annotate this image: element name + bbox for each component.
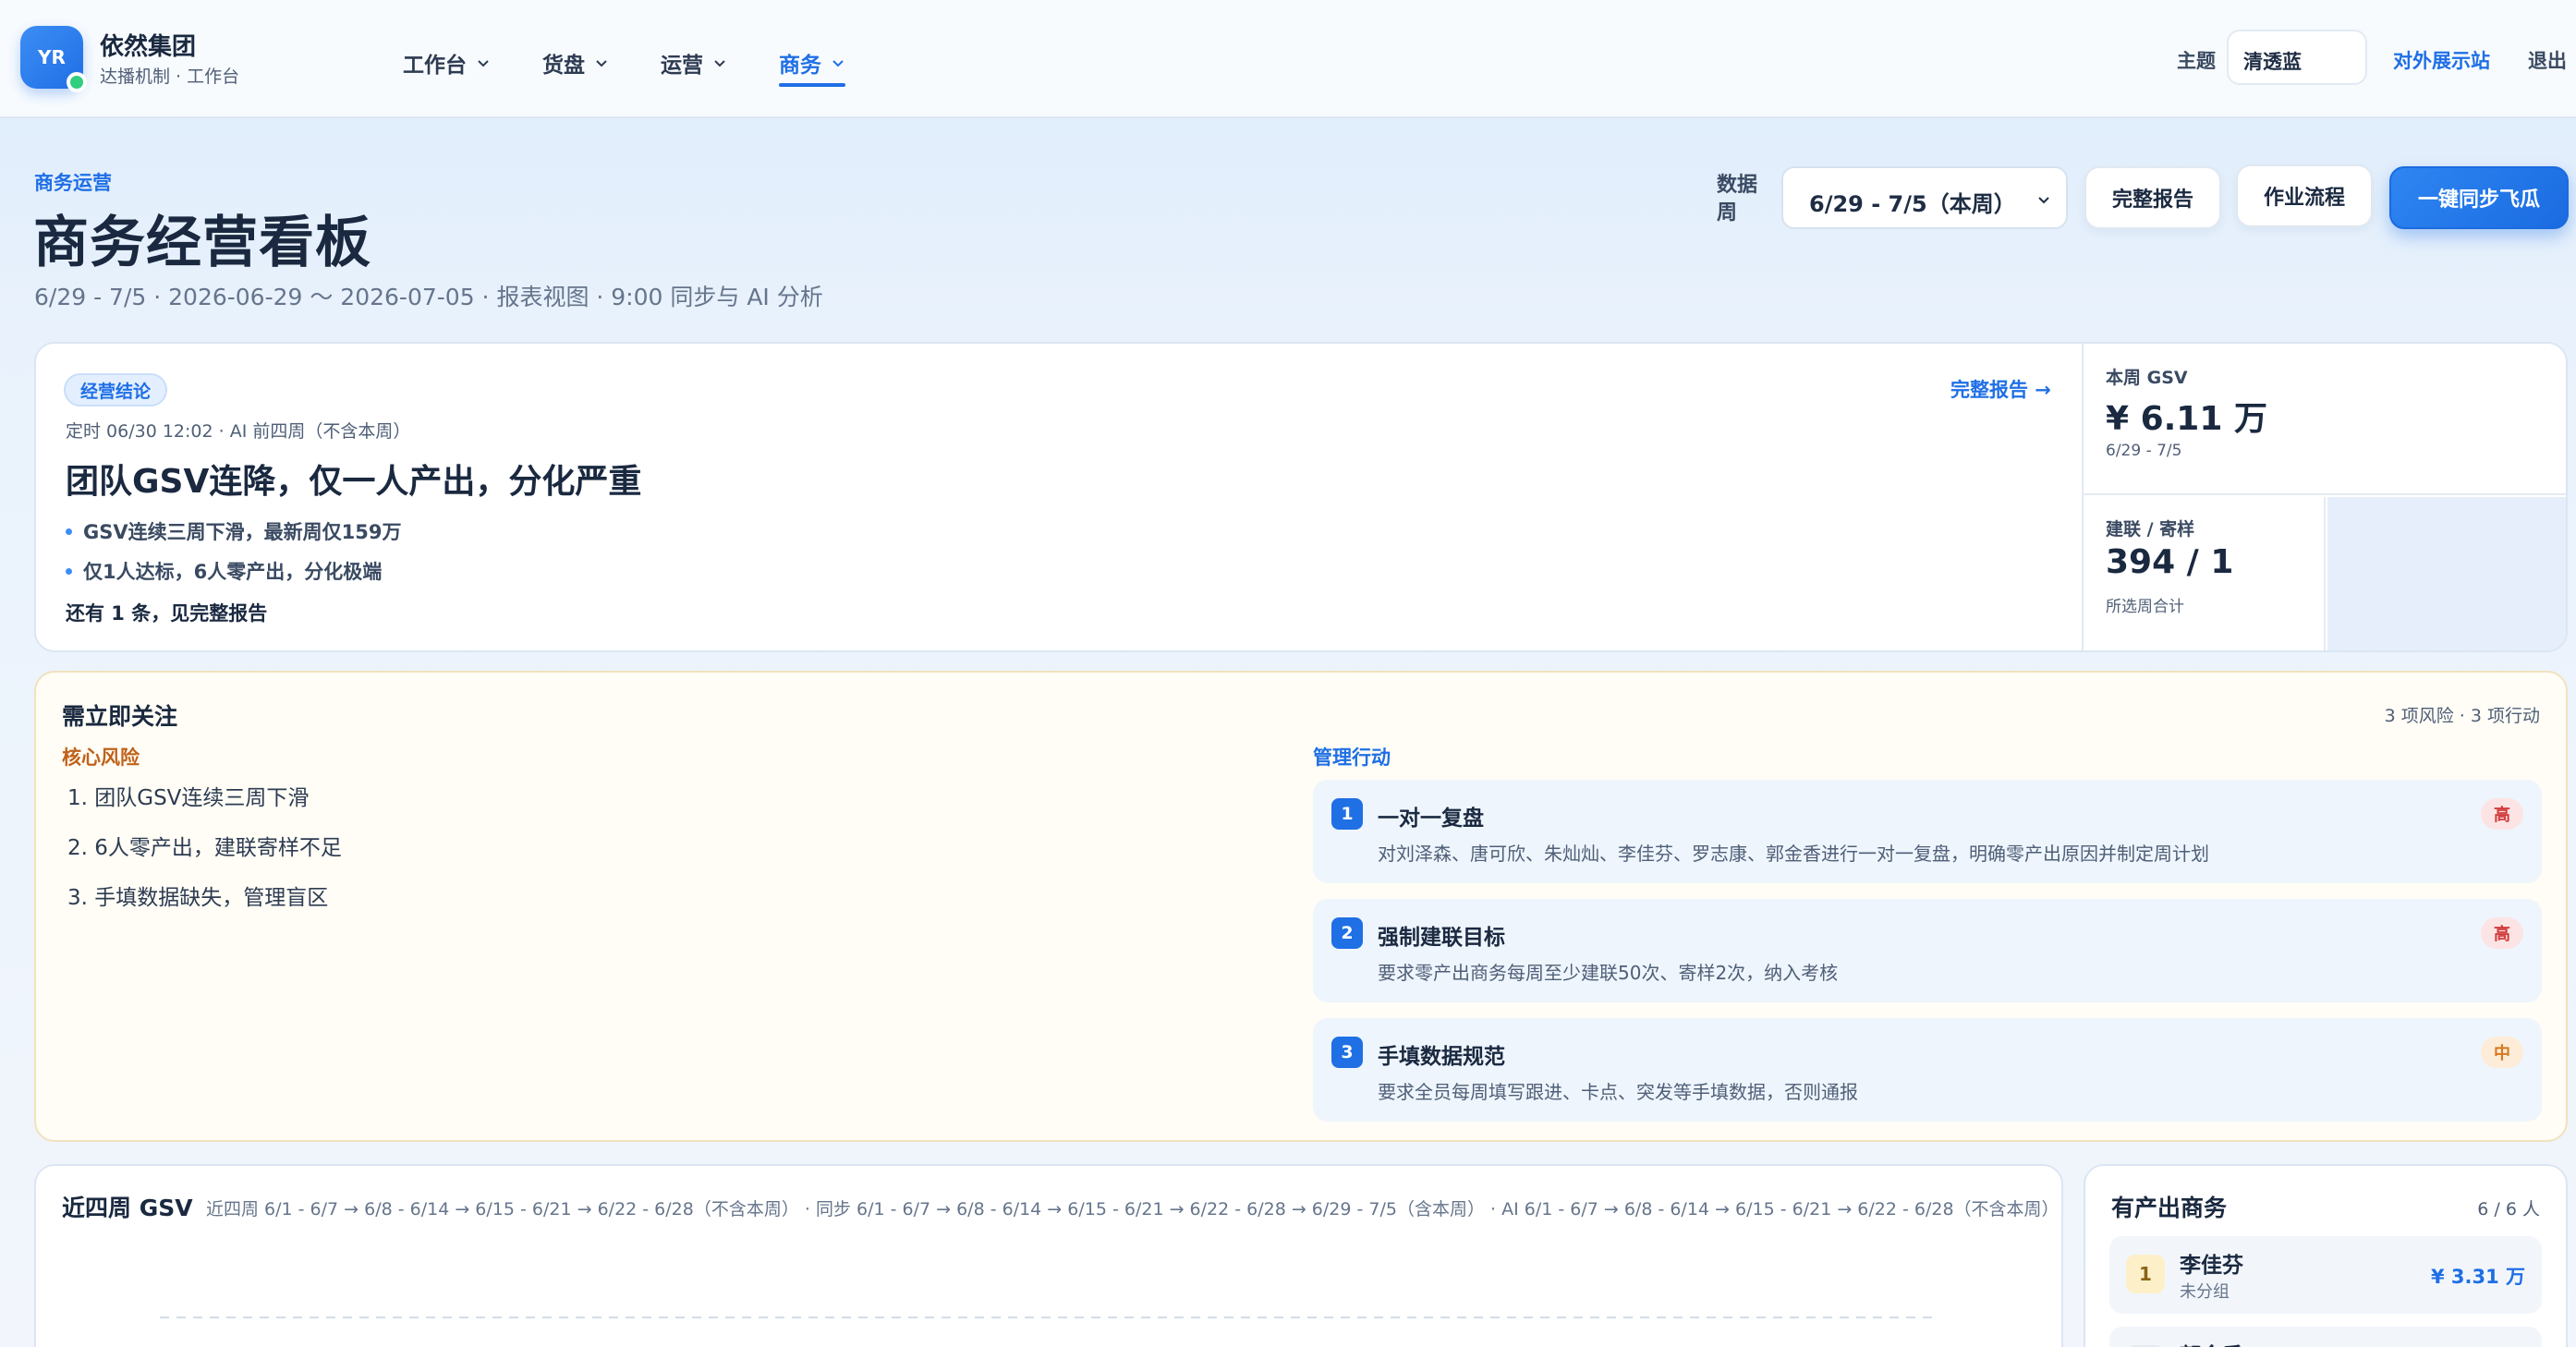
action-column-title: 管理行动: [1313, 746, 1391, 769]
risk-item: 2. 6人零产出，建联寄样不足: [67, 836, 342, 860]
attention-count: 3 项风险 · 3 项行动: [2384, 706, 2540, 726]
action-description: 要求全员每周填写跟进、卡点、突发等手填数据，否则通报: [1378, 1081, 1858, 1103]
gsv-chart: [160, 1317, 1936, 1318]
stat-sub: 所选周合计: [2106, 598, 2184, 616]
brand-name: 依然集团: [100, 33, 197, 61]
nav-label: 货盘: [542, 54, 585, 78]
rank-badge: 1: [2126, 1255, 2165, 1293]
conclusion-meta: 定时 06/30 12:02 · AI 前四周（不含本周）: [66, 421, 411, 442]
online-status-dot: [67, 72, 87, 92]
conclusion-tag: 经营结论: [64, 373, 168, 407]
stat-weekly-gsv: 本周 GSV ¥ 6.11 万 6/29 - 7/5: [2084, 344, 2566, 495]
producers-title: 有产出商务: [2111, 1195, 2228, 1221]
nav-label: 运营: [661, 54, 703, 78]
main-nav: 工作台 货盘 运营 商务: [403, 41, 845, 87]
page-eyebrow: 商务运营: [34, 172, 112, 194]
chevron-down-icon: [832, 60, 844, 67]
app-root: YR 依然集团 达播机制 · 工作台 工作台 货盘 运营 商务 主题 清透蓝 对…: [0, 0, 2576, 1347]
risk-item: 1. 团队GSV连续三周下滑: [67, 786, 310, 810]
producer-name: 李佳芬: [2180, 1254, 2243, 1278]
producer-row[interactable]: 2 郭金香: [2109, 1327, 2542, 1347]
conclusion-bullet: 仅1人达标，6人零产出，分化极端: [66, 557, 401, 585]
chevron-down-icon: [714, 60, 725, 67]
chart-title: 近四周 GSV: [62, 1195, 193, 1221]
brand-subtitle: 达播机制 · 工作台: [100, 67, 240, 87]
page-subtitle: 6/29 - 7/5 · 2026-06-29 ～ 2026-07-05 · 报…: [34, 284, 823, 310]
nav-label: 工作台: [403, 54, 467, 78]
logout-link[interactable]: 退出: [2528, 46, 2567, 74]
conclusion-bullets: GSV连续三周下滑，最新周仅159万 仅1人达标，6人零产出，分化极端: [66, 517, 401, 597]
page-title: 商务经营看板: [33, 211, 371, 275]
nav-label: 商务: [779, 54, 821, 78]
bullet-dot-icon: [66, 528, 72, 535]
action-item[interactable]: 2 强制建联目标 要求零产出商务每周至少建联50次、寄样2次，纳入考核 高: [1313, 899, 2542, 1002]
producers-card: 有产出商务 6 / 6 人 1 李佳芬 未分组 ¥ 3.31 万 2 郭金香: [2084, 1164, 2568, 1347]
action-item[interactable]: 1 一对一复盘 对刘泽森、唐可欣、朱灿灿、李佳芬、罗志康、郭金香进行一对一复盘，…: [1313, 780, 2542, 883]
chevron-down-icon: [2038, 197, 2049, 204]
stats-panel: 本周 GSV ¥ 6.11 万 6/29 - 7/5 建联 / 寄样 394 /…: [2082, 344, 2566, 650]
attention-card: 需立即关注 3 项风险 · 3 项行动 核心风险 1. 团队GSV连续三周下滑 …: [34, 671, 2568, 1142]
conclusion-bullet: GSV连续三周下滑，最新周仅159万: [66, 517, 401, 545]
attention-title: 需立即关注: [62, 703, 178, 730]
brand-logo-text: YR: [38, 46, 66, 68]
nav-goods[interactable]: 货盘: [542, 41, 609, 85]
public-site-link[interactable]: 对外展示站: [2393, 46, 2490, 74]
producer-name: 郭金香: [2180, 1338, 2243, 1347]
stat-label: 本周 GSV: [2106, 368, 2188, 388]
producer-group: 未分组: [2180, 1282, 2230, 1302]
nav-business[interactable]: 商务: [779, 41, 845, 87]
stat-value: ¥ 6.11 万: [2106, 400, 2267, 438]
producer-gsv: ¥ 3.31 万: [2430, 1266, 2525, 1288]
risk-item: 3. 手填数据缺失，管理盲区: [67, 886, 329, 910]
gsv-chart-card: 近四周 GSV 近四周 6/1 - 6/7 → 6/8 - 6/14 → 6/1…: [34, 1164, 2063, 1347]
action-name: 手填数据规范: [1378, 1045, 1505, 1069]
risk-column-title: 核心风险: [62, 746, 140, 769]
stat-value: 394 / 1: [2106, 543, 2234, 581]
risk-list: 1. 团队GSV连续三周下滑 2. 6人零产出，建联寄样不足 3. 手填数据缺失…: [67, 780, 342, 929]
conclusion-title: 团队GSV连降，仅一人产出，分化严重: [66, 463, 642, 501]
week-select-value: 6/29 - 7/5（本周）: [1809, 191, 2016, 217]
priority-badge: 高: [2481, 798, 2523, 830]
stat-empty-slot: [2327, 497, 2566, 650]
workflow-button[interactable]: 作业流程: [2236, 164, 2373, 227]
theme-select[interactable]: 清透蓝: [2227, 30, 2367, 85]
nav-workbench[interactable]: 工作台: [403, 41, 491, 85]
stat-sub: 6/29 - 7/5: [2106, 442, 2182, 460]
bullet-dot-icon: [66, 567, 72, 575]
conclusion-more: 还有 1 条，见完整报告: [66, 602, 268, 625]
stat-label: 建联 / 寄样: [2106, 519, 2195, 540]
bullet-text: GSV连续三周下滑，最新周仅159万: [83, 521, 402, 543]
priority-badge: 中: [2481, 1037, 2523, 1068]
conclusion-card: 经营结论 定时 06/30 12:02 · AI 前四周（不含本周） 团队GSV…: [34, 342, 2568, 652]
chart-period-meta: 近四周 6/1 - 6/7 → 6/8 - 6/14 → 6/15 - 6/21…: [206, 1199, 2060, 1220]
week-select-label: 数据周: [1717, 174, 1758, 224]
chevron-down-icon: [478, 60, 489, 67]
top-navigation-bar: YR 依然集团 达播机制 · 工作台 工作台 货盘 运营 商务 主题 清透蓝 对…: [0, 0, 2576, 118]
bullet-text: 仅1人达标，6人零产出，分化极端: [83, 561, 383, 583]
action-name: 一对一复盘: [1378, 807, 1484, 831]
action-item[interactable]: 3 手填数据规范 要求全员每周填写跟进、卡点、突发等手填数据，否则通报 中: [1313, 1018, 2542, 1122]
action-description: 要求零产出商务每周至少建联50次、寄样2次，纳入考核: [1378, 962, 1839, 984]
brand-logo[interactable]: YR: [20, 26, 87, 92]
sync-feigua-button[interactable]: 一键同步飞瓜: [2389, 166, 2569, 229]
conclusion-full-report-link[interactable]: 完整报告 →: [1950, 375, 2051, 403]
priority-badge: 高: [2481, 917, 2523, 949]
chevron-down-icon: [596, 60, 607, 67]
action-number: 1: [1331, 798, 1363, 830]
producers-count: 6 / 6 人: [2477, 1199, 2540, 1220]
nav-operations[interactable]: 运营: [661, 41, 727, 85]
producer-row[interactable]: 1 李佳芬 未分组 ¥ 3.31 万: [2109, 1236, 2542, 1314]
action-number: 2: [1331, 917, 1363, 949]
week-select[interactable]: 6/29 - 7/5（本周）: [1781, 166, 2068, 229]
action-description: 对刘泽森、唐可欣、朱灿灿、李佳芬、罗志康、郭金香进行一对一复盘，明确零产出原因并…: [1378, 843, 2209, 865]
action-name: 强制建联目标: [1378, 926, 1505, 950]
theme-label: 主题: [2177, 50, 2216, 72]
stat-outreach-samples: 建联 / 寄样 394 / 1 所选周合计: [2084, 497, 2326, 650]
action-number: 3: [1331, 1037, 1363, 1068]
full-report-button[interactable]: 完整报告: [2084, 166, 2221, 229]
